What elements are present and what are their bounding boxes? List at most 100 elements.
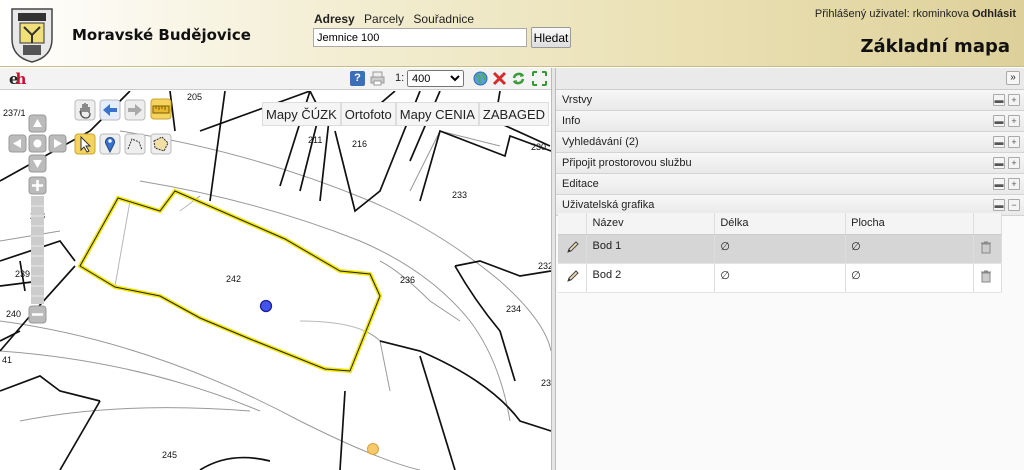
collapse-panel-button[interactable]: » <box>1006 71 1020 85</box>
table-header-area: Plocha <box>845 213 974 235</box>
section-label: Připojit prostorovou službu <box>562 157 692 169</box>
parcel-label: 232 <box>538 261 551 271</box>
globe-icon[interactable] <box>473 71 488 86</box>
expand-icon[interactable]: + <box>1008 178 1020 190</box>
tab-coordinates[interactable]: Souřadnice <box>413 12 474 26</box>
parcel-label: 234 <box>506 304 521 314</box>
pin-icon[interactable]: ▬ <box>993 199 1005 211</box>
scale-prefix: 1: <box>395 72 405 84</box>
layer-button-zabaged[interactable]: ZABAGED <box>478 102 550 126</box>
draw-polygon-icon[interactable] <box>150 133 172 155</box>
forward-arrow-icon[interactable] <box>124 99 146 121</box>
section-label: Editace <box>562 178 599 190</box>
point-bod-2[interactable] <box>367 443 379 455</box>
section-search[interactable]: Vyhledávání (2) ▬ + <box>556 132 1024 153</box>
zoom-slider[interactable] <box>28 176 48 326</box>
add-point-pin-icon[interactable] <box>99 133 121 155</box>
pin-icon[interactable]: ▬ <box>993 115 1005 127</box>
trash-icon[interactable] <box>979 240 993 254</box>
select-cursor-icon[interactable] <box>74 133 96 155</box>
table-row[interactable]: Bod 2 ∅ ∅ <box>558 263 1003 293</box>
help-icon[interactable]: ? <box>350 71 365 86</box>
trash-icon[interactable] <box>979 269 993 283</box>
section-editing[interactable]: Editace ▬ + <box>556 174 1024 195</box>
town-name: Moravské Budějovice <box>72 26 251 44</box>
table-row[interactable]: Bod 1 ∅ ∅ <box>558 234 1003 264</box>
section-label: Vyhledávání (2) <box>562 136 639 148</box>
parcel-label: 242 <box>226 274 241 284</box>
parcel-label: 216 <box>352 139 367 149</box>
fullscreen-icon[interactable] <box>532 71 547 86</box>
table-header-name: Název <box>586 213 716 235</box>
refresh-icon[interactable] <box>511 71 526 86</box>
point-bod-1[interactable] <box>259 299 273 313</box>
table-header-edit <box>558 213 588 235</box>
town-crest-icon <box>11 8 53 63</box>
pencil-icon[interactable] <box>566 240 580 254</box>
section-info[interactable]: Info ▬ + <box>556 111 1024 132</box>
pan-hand-icon[interactable] <box>74 99 96 121</box>
measure-ruler-icon[interactable] <box>150 98 172 120</box>
tab-addresses[interactable]: Adresy <box>314 12 355 26</box>
parcel-label: 240 <box>6 309 21 319</box>
logout-link[interactable]: Odhlásit <box>972 8 1016 20</box>
row-length: ∅ <box>714 263 847 293</box>
expand-icon[interactable]: + <box>1008 136 1020 148</box>
logged-user-label: Přihlášený uživatel: rkominkova <box>814 8 969 20</box>
row-area: ∅ <box>845 263 974 293</box>
parcel-label: 41 <box>2 355 12 365</box>
parcel-label: 230 <box>531 142 546 152</box>
section-label: Vrstvy <box>562 94 593 106</box>
panel-topbar: » <box>556 68 1024 90</box>
parcel-label: 236 <box>400 275 415 285</box>
eh-logo-icon: eh <box>9 70 27 88</box>
app-header: Moravské Budějovice Adresy Parcely Souřa… <box>0 0 1024 67</box>
section-connect-service[interactable]: Připojit prostorovou službu ▬ + <box>556 153 1024 174</box>
layer-button-cenia[interactable]: Mapy CENIA <box>395 102 479 126</box>
search-button[interactable]: Hledat <box>531 27 571 48</box>
table-header-delete <box>973 213 1003 235</box>
pin-icon[interactable]: ▬ <box>993 136 1005 148</box>
parcel-label: 233 <box>452 190 467 200</box>
clear-icon[interactable] <box>492 71 507 86</box>
map-toolbar: eh ? 1: 400 <box>0 68 551 90</box>
user-graphics-table: Název Délka Plocha Bod 1 ∅ ∅ Bod 2 ∅ ∅ <box>558 213 1003 293</box>
row-length: ∅ <box>714 234 847 264</box>
delete-cell[interactable] <box>973 263 1003 293</box>
collapse-icon[interactable]: − <box>1008 199 1020 211</box>
expand-icon[interactable]: + <box>1008 115 1020 127</box>
section-layers[interactable]: Vrstvy ▬ + <box>556 90 1024 111</box>
parcel-label: 239 <box>541 378 551 388</box>
parcel-label: 205 <box>187 92 202 102</box>
layer-button-ortofoto[interactable]: Ortofoto <box>340 102 396 126</box>
edit-cell[interactable] <box>558 234 588 264</box>
section-label: Info <box>562 115 581 127</box>
base-layer-switch: Mapy ČÚZK Ortofoto Mapy CENIA ZABAGED <box>262 102 550 126</box>
search-tabs: Adresy Parcely Souřadnice <box>314 12 480 26</box>
print-icon[interactable] <box>370 71 385 86</box>
row-name: Bod 1 <box>586 234 716 264</box>
expand-icon[interactable]: + <box>1008 94 1020 106</box>
pencil-icon[interactable] <box>566 269 580 283</box>
scale-select[interactable]: 400 <box>407 70 464 87</box>
row-name: Bod 2 <box>586 263 716 293</box>
pin-icon[interactable]: ▬ <box>993 157 1005 169</box>
row-area: ∅ <box>845 234 974 264</box>
page-title: Základní mapa <box>860 36 1010 57</box>
delete-cell[interactable] <box>973 234 1003 264</box>
expand-icon[interactable]: + <box>1008 157 1020 169</box>
edit-cell[interactable] <box>558 263 588 293</box>
pan-control[interactable] <box>8 114 68 174</box>
search-input[interactable] <box>313 28 527 47</box>
section-label: Uživatelská grafika <box>562 199 655 211</box>
side-panel: » Vrstvy ▬ + Info ▬ + Vyhledávání (2) ▬ + Přip… <box>556 68 1024 470</box>
layer-button-cuzk[interactable]: Mapy ČÚZK <box>262 102 341 126</box>
pin-icon[interactable]: ▬ <box>993 178 1005 190</box>
table-header-length: Délka <box>714 213 847 235</box>
tab-parcels[interactable]: Parcely <box>364 12 404 26</box>
map-canvas[interactable]: 237/1 205 211 216 230 233 238 239 242 23… <box>0 91 551 470</box>
pin-icon[interactable]: ▬ <box>993 94 1005 106</box>
back-arrow-icon[interactable] <box>99 99 121 121</box>
user-info: Přihlášený uživatel: rkominkova Odhlásit <box>815 8 1016 20</box>
draw-line-icon[interactable] <box>124 133 146 155</box>
